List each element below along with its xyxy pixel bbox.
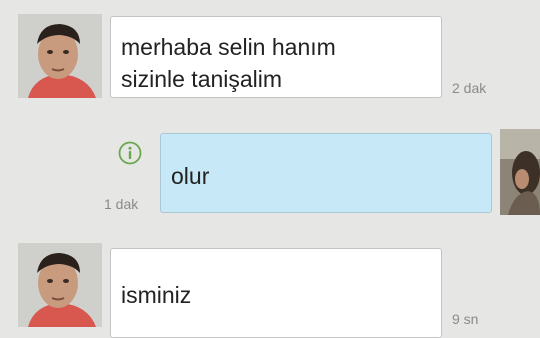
message-timestamp: 1 dak xyxy=(104,196,139,212)
message-bubble-incoming[interactable]: isminiz xyxy=(110,248,442,338)
user-avatar[interactable] xyxy=(500,129,540,215)
message-timestamp: 9 sn xyxy=(452,311,479,327)
message-timestamp: 2 dak xyxy=(452,80,487,96)
message-text-line: isminiz xyxy=(121,282,192,308)
message-text-line: sizinle tanişalim xyxy=(121,66,283,92)
contact-avatar[interactable] xyxy=(18,14,102,98)
message-text-line: merhaba selin hanım xyxy=(121,34,336,60)
message-bubble-incoming[interactable]: merhaba selin hanım sizinle tanişalim xyxy=(110,16,442,98)
contact-avatar[interactable] xyxy=(18,243,102,327)
message-bubble-outgoing[interactable]: olur xyxy=(160,133,492,213)
message-text-line: olur xyxy=(171,163,210,189)
info-icon[interactable] xyxy=(118,141,142,165)
